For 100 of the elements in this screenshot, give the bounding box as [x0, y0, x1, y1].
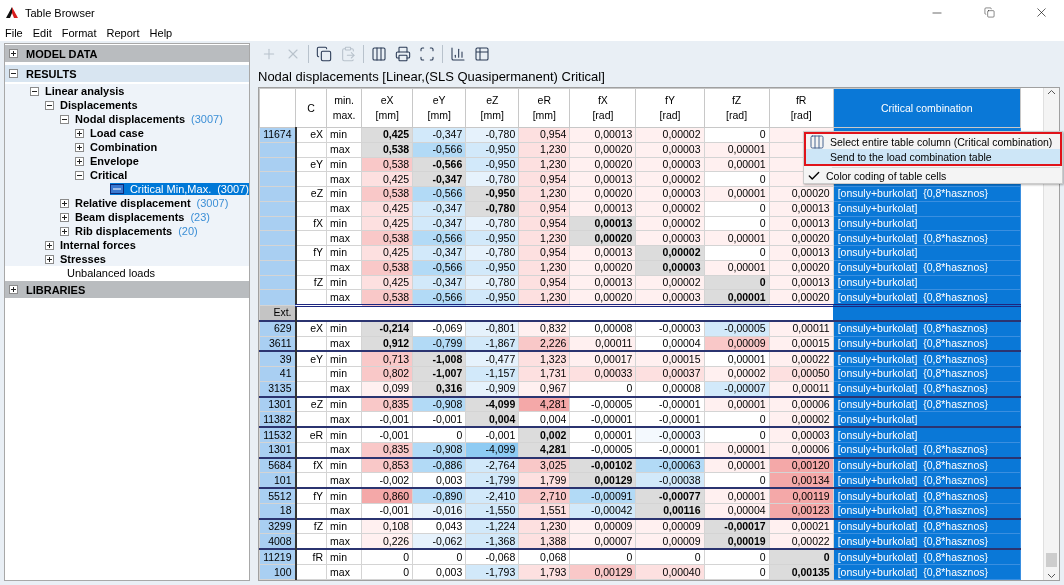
table-cell: -0,00017: [704, 518, 770, 534]
table-cell: 0,00009: [569, 518, 636, 534]
row-header[interactable]: 5684: [259, 457, 296, 473]
table-cell: [onsuly+burkolat] {0,8*hasznos}: [833, 457, 1021, 473]
column-header[interactable]: min. max.: [326, 88, 362, 128]
expand-icon[interactable]: [75, 156, 84, 166]
menu-item[interactable]: Color coding of table cells: [804, 168, 1062, 183]
column-header[interactable]: eR [mm]: [518, 88, 570, 128]
column-header[interactable]: fY [rad]: [635, 88, 704, 128]
table-cell: 0,00015: [635, 351, 704, 367]
expand-icon[interactable]: [75, 142, 84, 152]
table-cell: min: [326, 488, 362, 504]
column-header[interactable]: eY [mm]: [412, 88, 466, 128]
table-cell: -1,224: [465, 518, 519, 534]
tree-item[interactable]: Envelope: [88, 155, 141, 167]
collapse-icon[interactable]: [60, 114, 69, 124]
scroll-down-icon[interactable]: [1047, 571, 1056, 580]
table-cell: -0,214: [361, 320, 413, 337]
table-cell: 0,00008: [569, 320, 636, 337]
table-cell: min: [326, 427, 362, 443]
table-cell: min: [326, 320, 362, 337]
table-cell: min: [326, 549, 362, 565]
menu-item[interactable]: Format: [56, 27, 102, 39]
scroll-up-icon[interactable]: [1047, 88, 1056, 97]
expand-icon[interactable]: [75, 128, 84, 138]
table-cell: 0,832: [518, 320, 570, 337]
table-cell: -0,001: [361, 427, 413, 443]
table-cell: -0,001: [465, 427, 519, 443]
section-header[interactable]: MODEL DATA: [5, 45, 249, 62]
column-header[interactable]: fR [rad]: [769, 88, 834, 128]
menu-item[interactable]: Report: [101, 27, 145, 39]
column-header[interactable]: Critical combination: [833, 88, 1021, 128]
table-cell: 0,00006: [769, 396, 834, 412]
menu-item[interactable]: Send to the load combination table: [806, 149, 1060, 164]
collapse-icon[interactable]: [45, 100, 54, 110]
table-cell: fZ: [295, 518, 327, 534]
table-cell: 0,00001: [704, 351, 770, 367]
table-cell: min: [326, 457, 362, 473]
table-cell: 0,00021: [769, 518, 834, 534]
table-cell: 0: [635, 549, 704, 565]
tree-item[interactable]: Critical Min,Max.: [127, 183, 214, 195]
menu-item[interactable]: Help: [144, 27, 178, 39]
row-header[interactable]: 39: [259, 351, 296, 367]
column-header[interactable]: fZ [rad]: [704, 88, 770, 128]
column-header[interactable]: eZ [mm]: [465, 88, 519, 128]
table-cell: -0,00001: [635, 396, 704, 412]
tree-item[interactable]: Stresses: [58, 253, 108, 265]
scroll-thumb[interactable]: [1046, 553, 1057, 567]
menu-item[interactable]: File: [0, 27, 28, 39]
expand-icon[interactable]: [60, 198, 69, 208]
row-header[interactable]: 3299: [259, 518, 296, 534]
collapse-icon[interactable]: [30, 86, 39, 96]
table-cell: 0,043: [412, 518, 466, 534]
table-cell: -0,801: [465, 320, 519, 337]
section-header[interactable]: RESULTS: [5, 65, 249, 82]
tree-item[interactable]: Critical: [88, 169, 130, 181]
collapse-icon[interactable]: [9, 69, 18, 78]
tree-item[interactable]: Nodal displacements: [73, 113, 188, 125]
expand-icon[interactable]: [60, 212, 69, 222]
table-cell: -2,764: [465, 457, 519, 473]
tree-item[interactable]: Beam displacements: [73, 211, 187, 223]
menu-item-label: Color coding of table cells: [826, 169, 947, 182]
expand-icon[interactable]: [45, 240, 54, 250]
table-cell: 0,00001: [704, 457, 770, 473]
tree-item[interactable]: Relative displacement: [73, 197, 193, 209]
menu-item[interactable]: Select entire table column (Critical combination): [806, 134, 1060, 149]
row-header[interactable]: 5512: [259, 488, 296, 504]
table-cell: -0,00063: [635, 457, 704, 473]
menu-item-label: Send to the load combination table: [830, 150, 992, 163]
menu-item[interactable]: Edit: [27, 27, 57, 39]
expand-icon[interactable]: [45, 254, 54, 264]
table-cell: 0: [361, 549, 413, 565]
expand-icon[interactable]: [9, 285, 18, 294]
table-cell: min: [326, 351, 362, 367]
row-header[interactable]: 629: [259, 320, 296, 337]
table-cell: min: [326, 518, 362, 534]
table-cell: 0,00001: [704, 396, 770, 412]
column-header[interactable]: fX [rad]: [569, 88, 636, 128]
table-cell: 0: [569, 549, 636, 565]
column-header[interactable]: C: [295, 88, 327, 128]
restore-icon[interactable]: [983, 7, 995, 18]
item-count: (3007): [191, 113, 223, 125]
column-icon: [809, 133, 825, 150]
tree-item[interactable]: Rib displacements: [73, 225, 175, 237]
collapse-icon[interactable]: [75, 170, 84, 180]
table-cell: 1,230: [518, 518, 570, 534]
tree-item[interactable]: Unbalanced loads: [65, 267, 158, 279]
row-header[interactable]: 11219: [259, 549, 296, 565]
table-cell: 4,281: [518, 396, 570, 412]
table-cell: 0,00017: [569, 351, 636, 367]
table-cell: 0: [704, 549, 770, 565]
row-header[interactable]: 11532: [259, 427, 296, 443]
expand-icon[interactable]: [9, 49, 18, 58]
window-title: Table Browser: [25, 6, 96, 19]
expand-icon[interactable]: [60, 226, 69, 236]
table-cell: -0,068: [465, 549, 519, 565]
column-header[interactable]: eX [mm]: [361, 88, 413, 128]
table-cell: 0,713: [361, 351, 413, 367]
section-header[interactable]: LIBRARIES: [5, 281, 249, 298]
row-header[interactable]: 1301: [259, 396, 296, 412]
